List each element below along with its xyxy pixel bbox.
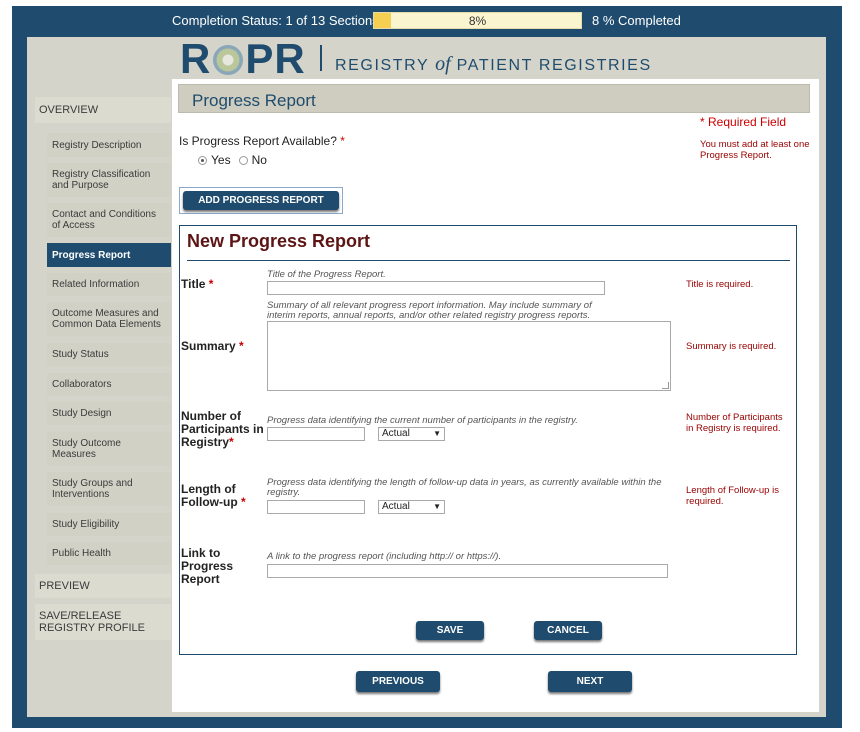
yes-label: Yes xyxy=(211,153,231,167)
followup-help: Progress data identifying the length of … xyxy=(267,477,662,498)
previous-button[interactable]: PREVIOUS xyxy=(356,671,440,692)
resize-grip-icon[interactable] xyxy=(662,382,669,389)
chevron-down-icon: ▼ xyxy=(433,429,441,438)
save-button[interactable]: SAVE xyxy=(416,621,484,640)
completion-status: Completion Status: 1 of 13 Sections xyxy=(172,13,379,28)
participants-input[interactable] xyxy=(267,427,365,441)
availability-question: Is Progress Report Available? * xyxy=(179,134,345,148)
required-note: You must add at least one Progress Repor… xyxy=(700,139,810,161)
summary-textarea[interactable] xyxy=(267,321,671,391)
sidebar-item-progress-report[interactable]: Progress Report xyxy=(47,243,171,267)
title-label: Title * xyxy=(181,278,213,291)
no-radio[interactable] xyxy=(238,155,248,165)
site-header: R PR REGISTRY of PATIENT REGISTRIES xyxy=(27,37,826,80)
cancel-button[interactable]: CANCEL xyxy=(534,621,602,640)
content-area: Progress Report * Required Field You mus… xyxy=(172,79,819,712)
page-title: Progress Report xyxy=(192,91,316,110)
participants-help: Progress data identifying the current nu… xyxy=(267,415,578,426)
participants-required-star: * xyxy=(229,435,234,449)
participants-select[interactable]: Actual ▼ xyxy=(378,427,445,441)
sidebar-item-study-design[interactable]: Study Design xyxy=(47,402,171,425)
sidebar-item-collaborators[interactable]: Collaborators xyxy=(47,373,171,396)
sidebar-item-study-groups[interactable]: Study Groups and Interventions xyxy=(47,472,171,506)
tagline-post: PATIENT REGISTRIES xyxy=(456,57,652,74)
add-button-focus-ring: ADD PROGRESS REPORT xyxy=(179,187,343,214)
main-frame: R PR REGISTRY of PATIENT REGISTRIES OVERV… xyxy=(27,37,826,717)
progress-bar: 8% xyxy=(373,12,582,29)
participants-error: Number of Participants in Registry is re… xyxy=(686,412,783,434)
sidebar-item-outcome-measures[interactable]: Outcome Measures and Common Data Element… xyxy=(47,302,171,336)
summary-required-star: * xyxy=(239,339,244,353)
sidebar-overview[interactable]: OVERVIEW xyxy=(35,97,171,123)
followup-select-value: Actual xyxy=(382,501,410,512)
required-field-legend: * Required Field xyxy=(700,115,787,129)
link-help: A link to the progress report (including… xyxy=(267,551,502,562)
form-title: New Progress Report xyxy=(187,231,371,251)
summary-label-text: Summary xyxy=(181,339,236,353)
logo-r: R xyxy=(180,35,212,82)
participants-label-text: Number of Participants in Registry xyxy=(181,409,264,449)
summary-error: Summary is required. xyxy=(686,341,777,352)
followup-required-star: * xyxy=(241,495,246,509)
sidebar-item-study-outcome-measures[interactable]: Study Outcome Measures xyxy=(47,432,171,466)
availability-question-text: Is Progress Report Available? xyxy=(179,134,337,148)
sidebar-save-release[interactable]: SAVE/RELEASE REGISTRY PROFILE xyxy=(35,604,171,640)
no-label: No xyxy=(251,153,267,167)
followup-label: Length of Follow-up * xyxy=(181,483,261,509)
add-progress-report-button[interactable]: ADD PROGRESS REPORT xyxy=(183,191,339,210)
availability-radio-group: Yes No xyxy=(198,153,267,167)
sidebar-item-registry-description[interactable]: Registry Description xyxy=(47,133,171,157)
tagline-of: of xyxy=(435,53,451,75)
progress-label: 8% xyxy=(468,14,487,28)
site-tagline: REGISTRY of PATIENT REGISTRIES xyxy=(335,53,652,76)
tagline-pre: REGISTRY xyxy=(335,57,430,74)
sidebar-item-public-health[interactable]: Public Health xyxy=(47,542,171,565)
participants-select-value: Actual xyxy=(382,428,410,439)
followup-error: Length of Follow-up is required. xyxy=(686,485,779,507)
sidebar-item-study-status[interactable]: Study Status xyxy=(47,343,171,366)
link-input[interactable] xyxy=(267,564,668,578)
form-title-divider xyxy=(187,260,790,261)
next-button[interactable]: NEXT xyxy=(548,671,632,692)
summary-help: Summary of all relevant progress report … xyxy=(267,300,592,321)
participants-label: Number of Participants in Registry* xyxy=(181,410,266,449)
followup-input[interactable] xyxy=(267,500,365,514)
followup-select[interactable]: Actual ▼ xyxy=(378,500,445,514)
title-label-text: Title xyxy=(181,277,206,291)
required-star: * xyxy=(340,134,345,148)
title-help: Title of the Progress Report. xyxy=(267,269,386,280)
new-progress-report-panel: New Progress Report Title of the Progres… xyxy=(179,225,797,655)
sidebar-item-related-information[interactable]: Related Information xyxy=(47,273,171,296)
yes-radio[interactable] xyxy=(198,155,207,165)
followup-label-text: Length of Follow-up xyxy=(181,482,238,509)
logo-divider xyxy=(320,45,322,71)
sidebar-preview[interactable]: PREVIEW xyxy=(35,574,171,598)
title-input[interactable] xyxy=(267,281,605,295)
page-title-bar: Progress Report xyxy=(178,84,810,113)
logo-o-icon xyxy=(213,45,244,75)
title-required-star: * xyxy=(208,277,214,291)
completed-percent: 8 % Completed xyxy=(592,13,681,28)
sidebar-item-contact-conditions[interactable]: Contact and Conditions of Access xyxy=(47,203,171,237)
link-label: Link to Progress Report xyxy=(181,546,234,586)
summary-label: Summary * xyxy=(181,340,244,353)
sidebar-item-study-eligibility[interactable]: Study Eligibility xyxy=(47,513,171,536)
sidebar-item-registry-classification[interactable]: Registry Classification and Purpose xyxy=(47,163,171,197)
logo-pr: PR xyxy=(245,35,306,82)
chevron-down-icon: ▼ xyxy=(433,502,441,511)
title-error: Title is required. xyxy=(686,279,754,290)
ropr-logo: R PR xyxy=(180,38,306,80)
